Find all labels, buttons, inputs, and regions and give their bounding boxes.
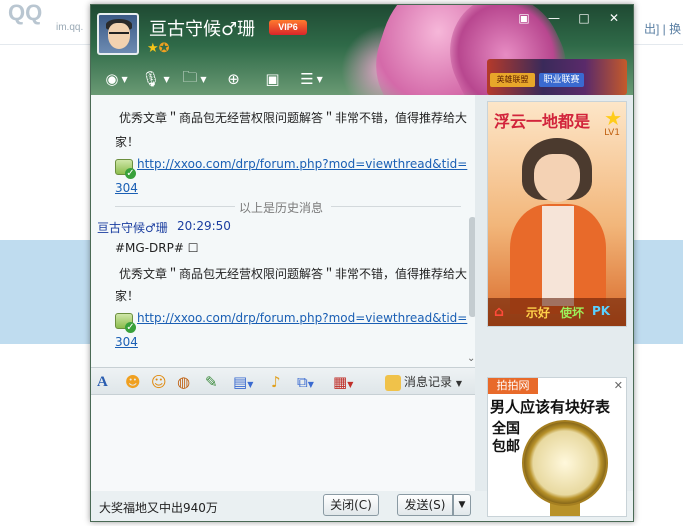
history-label: 消息记录 [404, 375, 453, 389]
divider [115, 206, 235, 207]
magic-emoticon-icon[interactable]: ☺ [151, 372, 167, 392]
avatar-figure [534, 154, 580, 202]
message-text: 优秀文章＂商品包无经营权限问题解答＂非常不错，值得推荐给大 [119, 111, 468, 125]
monitor-icon: ▣ [265, 70, 280, 88]
avatar-figure [542, 206, 574, 306]
watch-image [522, 420, 608, 506]
qq-logo: QQ [8, 0, 43, 25]
ad-close-icon[interactable]: ✕ [614, 379, 623, 392]
window-controls: ▣ — □ ✕ [509, 8, 629, 28]
message-text: 家！ [115, 135, 140, 149]
close-button[interactable]: 关闭(C) [323, 494, 379, 516]
message-link[interactable]: 304 [115, 335, 138, 349]
avatar[interactable] [97, 13, 139, 55]
maximize-icon[interactable]: □ [569, 8, 599, 28]
apps-icon: ☰ [300, 70, 314, 88]
message-list[interactable]: 优秀文章＂商品包无经营权限问题解答＂非常不错，值得推荐给大 家！ http://… [91, 95, 475, 367]
window-shake-icon[interactable]: ◍ [177, 372, 190, 392]
ad-headline: 男人应该有块好表 [490, 398, 611, 416]
ad-subtitle: 全国包邮 [492, 421, 520, 455]
input-toolbar: A ☻ ☺ ◍ ✎ ▤▼ ♪ ⧉▼ ▦▼ 消息记录 ▼ [91, 367, 475, 395]
show-title: 浮云一地都是 [494, 112, 591, 131]
gift-icon[interactable]: ▦▼ [333, 372, 353, 395]
qq-logo-subtitle: im.qq. [56, 22, 84, 33]
skin-menu-icon[interactable]: ▣ [509, 8, 539, 28]
add-member-button[interactable]: ⊕ [214, 67, 253, 91]
font-icon[interactable]: A [97, 372, 108, 392]
music-icon[interactable]: ♪ [271, 372, 281, 392]
message-text: 优秀文章＂商品包无经营权限问题解答＂非常不错，值得推荐给大 [119, 267, 468, 281]
history-divider: 以上是历史消息 [239, 201, 324, 215]
minimize-icon[interactable]: — [539, 8, 569, 28]
close-icon[interactable]: ✕ [599, 8, 629, 28]
add-user-icon: ⊕ [227, 70, 240, 88]
link-icon [115, 313, 136, 333]
banner-tag: 职业联赛 [539, 73, 584, 87]
send-button[interactable]: 发送(S) [397, 494, 453, 516]
show-action-greet[interactable]: 示好 [526, 304, 550, 321]
banner-tag: 英雄联盟 [490, 73, 535, 87]
message-tag: #MG-DRP# ☐ [115, 241, 199, 255]
message-time: 20:29:50 [177, 219, 231, 233]
level-icons: ★✪ [147, 41, 170, 56]
folder-icon: 🗀 [182, 67, 198, 86]
chat-window: 亘古守候♂珊 VIP6 ★✪ ▣ — □ ✕ ◉ ▼ 🎙 ▼ 🗀 ▼ ⊕ ▣ ☰ ▼ 优… [90, 4, 634, 522]
message-input[interactable] [91, 395, 475, 491]
show-action-bar: ⌂ 示好 使坏 PK [488, 298, 626, 326]
contact-nickname: 亘古守候♂珊 [149, 19, 256, 40]
scroll-to-bottom-icon[interactable]: ⌄ [467, 353, 475, 364]
message-history-button[interactable]: 消息记录 ▼ [385, 372, 462, 394]
background-link[interactable]: 出] | 换 [644, 20, 681, 37]
message-link[interactable]: http://xxoo.com/drp/forum.php?mod=viewth… [137, 157, 467, 171]
image-icon[interactable]: ▤▼ [233, 372, 253, 395]
qq-show-panel[interactable]: 浮云一地都是 ★ LV1 ⌂ 示好 使坏 PK [487, 101, 627, 327]
chat-toolbar: ◉ ▼ 🎙 ▼ 🗀 ▼ ⊕ ▣ ☰ ▼ [97, 67, 331, 91]
ad-tag: 拍拍网 [488, 378, 538, 394]
star-icon: ★ [604, 106, 622, 130]
history-icon [385, 374, 401, 391]
watch-ad[interactable]: 拍拍网 ✕ 男人应该有块好表 全国包邮 [487, 377, 627, 517]
show-action-pk[interactable]: PK [592, 304, 610, 318]
remote-desktop-button[interactable]: ▣ [253, 67, 292, 91]
file-transfer-button[interactable]: 🗀 ▼ [175, 67, 214, 91]
message-sender: 亘古守候♂珊 [97, 221, 168, 235]
message-link[interactable]: http://xxoo.com/drp/forum.php?mod=viewth… [137, 311, 467, 325]
microphone-icon: 🎙 [141, 70, 161, 88]
home-icon[interactable]: ⌂ [494, 304, 504, 320]
video-camera-icon: ◉ [105, 70, 119, 88]
message-link[interactable]: 304 [115, 181, 138, 195]
promo-text[interactable]: 大奖福地又中出940万 [99, 499, 218, 516]
video-call-button[interactable]: ◉ ▼ [97, 67, 136, 91]
vip-badge[interactable]: VIP6 [269, 20, 307, 35]
doodle-icon[interactable]: ✎ [205, 372, 218, 392]
link-icon [115, 159, 136, 179]
show-level: LV1 [604, 128, 620, 138]
show-action-tease[interactable]: 使坏 [560, 304, 584, 321]
send-options-button[interactable]: ▼ [453, 494, 471, 516]
lol-banner[interactable]: 英雄联盟 职业联赛 [487, 59, 627, 95]
apps-button[interactable]: ☰ ▼ [292, 67, 331, 91]
emoticon-icon[interactable]: ☻ [125, 372, 141, 392]
screenshot-icon[interactable]: ⧉▼ [297, 372, 314, 395]
divider [331, 206, 461, 207]
voice-call-button[interactable]: 🎙 ▼ [136, 67, 175, 91]
message-text: 家！ [115, 289, 140, 303]
